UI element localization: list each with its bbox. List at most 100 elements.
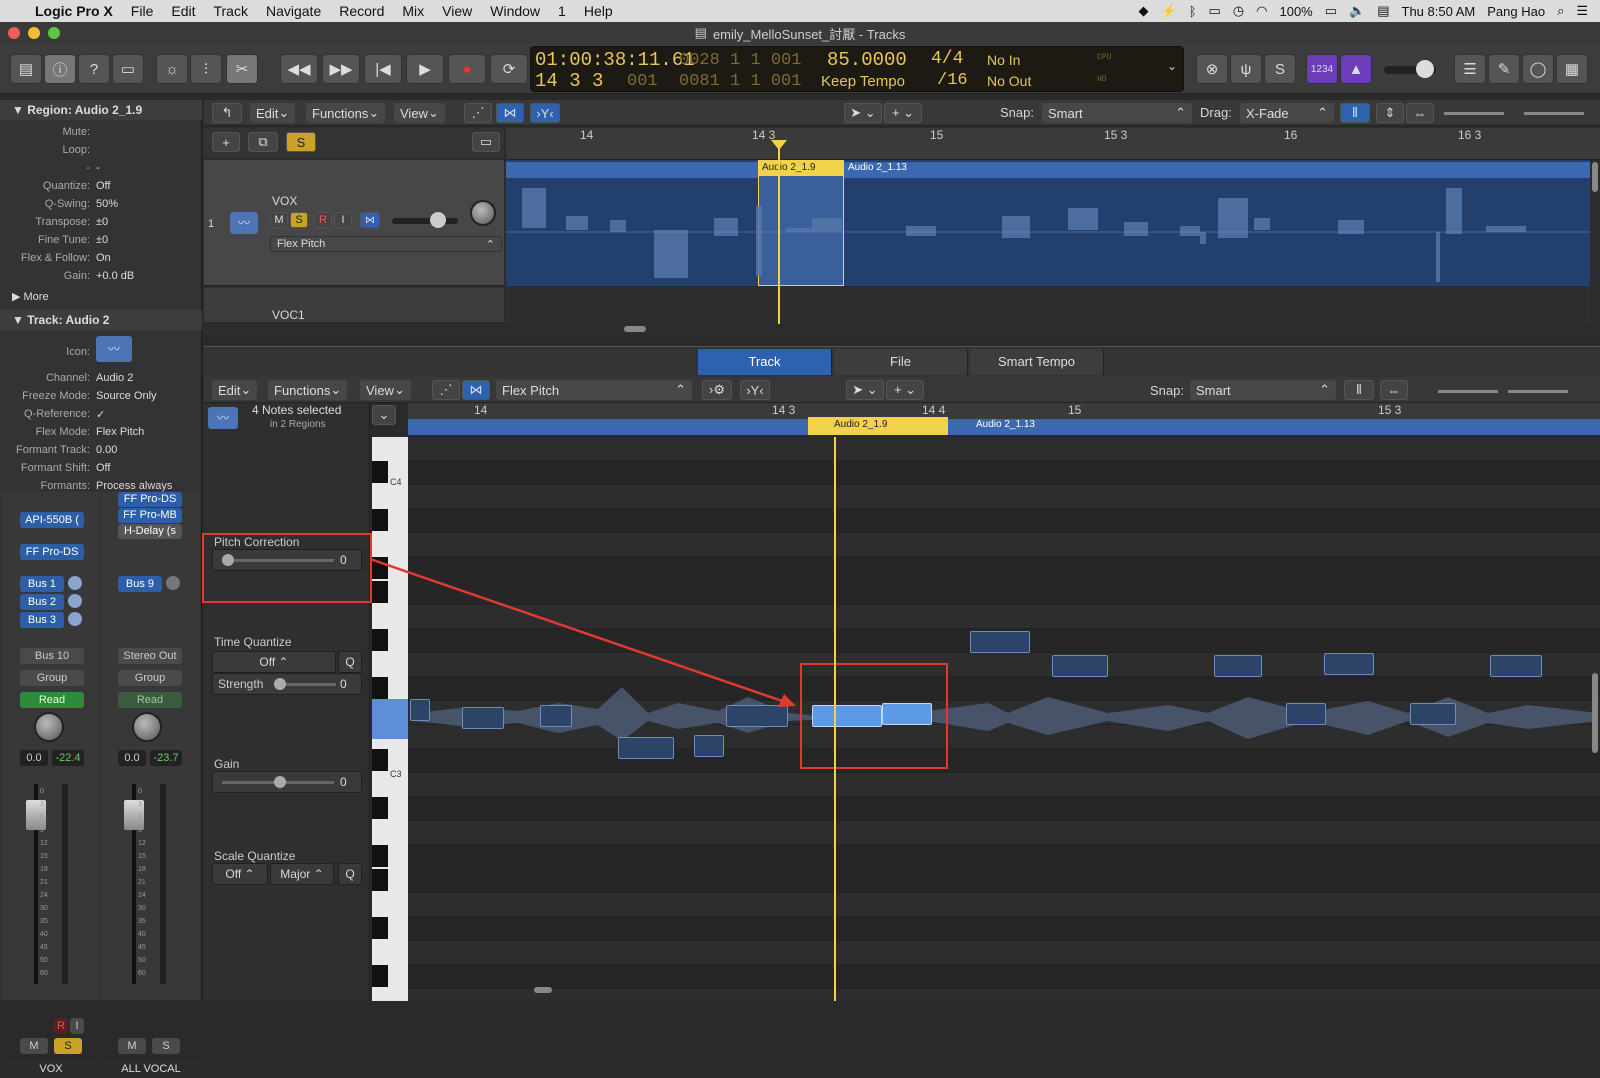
editor-functions-menu[interactable]: Functions ⌄ [268, 380, 348, 400]
pitch-note[interactable] [970, 631, 1030, 653]
pitch-note[interactable] [618, 737, 674, 759]
pitch-note[interactable] [1052, 655, 1108, 677]
mute-button[interactable]: M [20, 1038, 48, 1054]
tracks-edit-menu[interactable]: Edit ⌄ [250, 103, 296, 123]
global-solo-button[interactable]: S [286, 132, 316, 152]
pitch-note[interactable] [1214, 655, 1262, 677]
more-disclosure[interactable]: ▶ More [0, 290, 202, 308]
wifi-icon[interactable]: ◠ [1256, 3, 1267, 19]
forward-button[interactable]: ▶▶ [322, 54, 360, 84]
fit-vertical-button[interactable]: ⇕ [1376, 103, 1404, 123]
pitch-note[interactable] [1286, 703, 1326, 725]
editor-flex-mode-select[interactable]: Flex Pitch ⌃ [496, 380, 692, 400]
lcd-tempo[interactable]: 85.0000 [827, 49, 907, 71]
automation-mode[interactable]: Read [20, 692, 84, 708]
track-prop-row[interactable]: Formant Shift: Off [0, 462, 202, 480]
lcd-signature[interactable]: 4/4 [931, 49, 963, 69]
bluetooth-icon[interactable]: ᛒ [1189, 4, 1197, 19]
editor-waveform-zoom-button[interactable]: ⫴ [1344, 380, 1374, 400]
time-machine-icon[interactable]: ◷ [1233, 3, 1244, 19]
playhead-top[interactable] [778, 144, 780, 324]
lcd-in-label[interactable]: No In [987, 52, 1020, 68]
send-slot[interactable]: Bus 1 [20, 576, 64, 592]
output-slot[interactable]: Bus 10 [20, 648, 84, 664]
track-waveform-icon[interactable]: 〰 [96, 336, 132, 362]
duplicate-track-button[interactable]: ⧉ [248, 132, 278, 152]
region-prop-row[interactable]: Mute: [0, 126, 202, 144]
tab-smart-tempo[interactable]: Smart Tempo [970, 349, 1104, 375]
clock[interactable]: Thu 8:50 AM [1402, 4, 1476, 19]
note-grid[interactable] [408, 437, 1600, 1001]
pitch-note[interactable] [1324, 653, 1374, 675]
metronome-button[interactable]: ▲ [1340, 54, 1372, 84]
gain-handle[interactable] [274, 776, 286, 788]
menu-navigate[interactable]: Navigate [257, 3, 330, 19]
region-prop-row[interactable]: Q-Swing: 50% [0, 198, 202, 216]
channel-name[interactable]: ALL VOCAL [102, 1060, 200, 1078]
automation-mode[interactable]: Read [118, 692, 182, 708]
tuner-fork-button[interactable]: ψ [1230, 54, 1262, 84]
track-name-voc1[interactable]: VOC1 [272, 308, 305, 322]
piano-black-key[interactable] [372, 461, 388, 483]
region-header[interactable]: ▼ Region: Audio 2_1.9 [0, 100, 202, 120]
piano-black-key[interactable] [372, 797, 388, 819]
quick-help-button[interactable]: ? [78, 54, 110, 84]
editor-snap-select[interactable]: Smart ⌃ [1190, 380, 1336, 400]
send-slot[interactable]: Bus 2 [20, 594, 64, 610]
editor-catch-button[interactable]: ›Y‹ [740, 380, 770, 400]
track-header[interactable]: ▼ Track: Audio 2 [0, 310, 202, 330]
search-icon[interactable]: ⌕ [1557, 3, 1564, 19]
region-prop-row[interactable]: Gain: +0.0 dB [0, 270, 202, 288]
horizontal-zoom-slider[interactable] [1524, 112, 1584, 115]
plugin-slot[interactable]: FF Pro-MB [118, 508, 182, 523]
close-window-button[interactable] [8, 27, 20, 39]
editor-collapse-button[interactable]: ⌄ [372, 405, 396, 425]
region-prop-row[interactable]: Loop: [0, 144, 202, 162]
send-level-knob[interactable] [68, 594, 82, 608]
minimize-window-button[interactable] [28, 27, 40, 39]
editor-horizontal-zoom-slider[interactable] [1508, 390, 1568, 393]
track-prop-row[interactable]: Freeze Mode: Source Only [0, 390, 202, 408]
plugin-slot[interactable]: FF Pro-DS [118, 492, 182, 507]
editor-secondary-tool-menu[interactable]: + ⌄ [886, 380, 924, 400]
menu-help[interactable]: Help [575, 3, 622, 19]
loop-browser-button[interactable]: ◯ [1522, 54, 1554, 84]
menu-edit[interactable]: Edit [162, 3, 204, 19]
editor-playhead[interactable] [834, 437, 836, 1001]
editor-track-icon[interactable]: 〰 [208, 407, 238, 429]
mute-button[interactable]: M [118, 1038, 146, 1054]
bolt-icon[interactable]: ⚡ [1161, 3, 1177, 19]
notepad-button[interactable]: ✎ [1488, 54, 1520, 84]
record-button[interactable]: ● [448, 54, 486, 84]
lcd-division[interactable]: /16 [937, 71, 968, 90]
rewind-button[interactable]: ◀◀ [280, 54, 318, 84]
pan-knob[interactable] [132, 712, 162, 742]
tracks-horizontal-scrollbar[interactable] [624, 326, 646, 332]
scale-quantize-key-select[interactable]: Off ⌃ [212, 863, 268, 885]
editor-vertical-zoom-slider[interactable] [1438, 390, 1498, 393]
track-volume-slider[interactable] [392, 218, 458, 224]
track-prop-row[interactable]: Formant Track: 0.00 [0, 444, 202, 462]
editor-flex-button[interactable]: ⋈ [462, 380, 490, 400]
tracks-drag-select[interactable]: X-Fade ⌃ [1240, 103, 1334, 123]
menu-app-name[interactable]: Logic Pro X [23, 3, 122, 19]
user-name[interactable]: Pang Hao [1487, 4, 1545, 19]
track-input-monitor-button[interactable]: I [334, 212, 352, 228]
add-track-button[interactable]: + [212, 132, 240, 152]
editor-view-menu[interactable]: View ⌄ [360, 380, 411, 400]
tuner-button[interactable]: ⊗ [1196, 54, 1228, 84]
library-button[interactable]: ▤ [10, 54, 42, 84]
menu-track[interactable]: Track [204, 3, 256, 19]
editor-midi-in-button[interactable]: ›⚙ [702, 380, 732, 400]
plugin-slot[interactable]: FF Pro-DS [20, 544, 84, 560]
region-bar[interactable] [506, 162, 1590, 178]
track-name-vox[interactable]: VOX [272, 194, 297, 208]
pitch-note[interactable] [1490, 655, 1542, 677]
notification-icon[interactable]: ☰ [1576, 3, 1588, 19]
tracks-vertical-scrollbar[interactable] [1592, 162, 1598, 192]
menu-file[interactable]: File [122, 3, 163, 19]
battery-percent[interactable]: 100% [1279, 4, 1312, 19]
group-slot[interactable]: Group [118, 670, 182, 686]
catch-button[interactable]: ›Y‹ [530, 103, 560, 123]
dropbox-icon[interactable]: ◆ [1139, 3, 1149, 19]
